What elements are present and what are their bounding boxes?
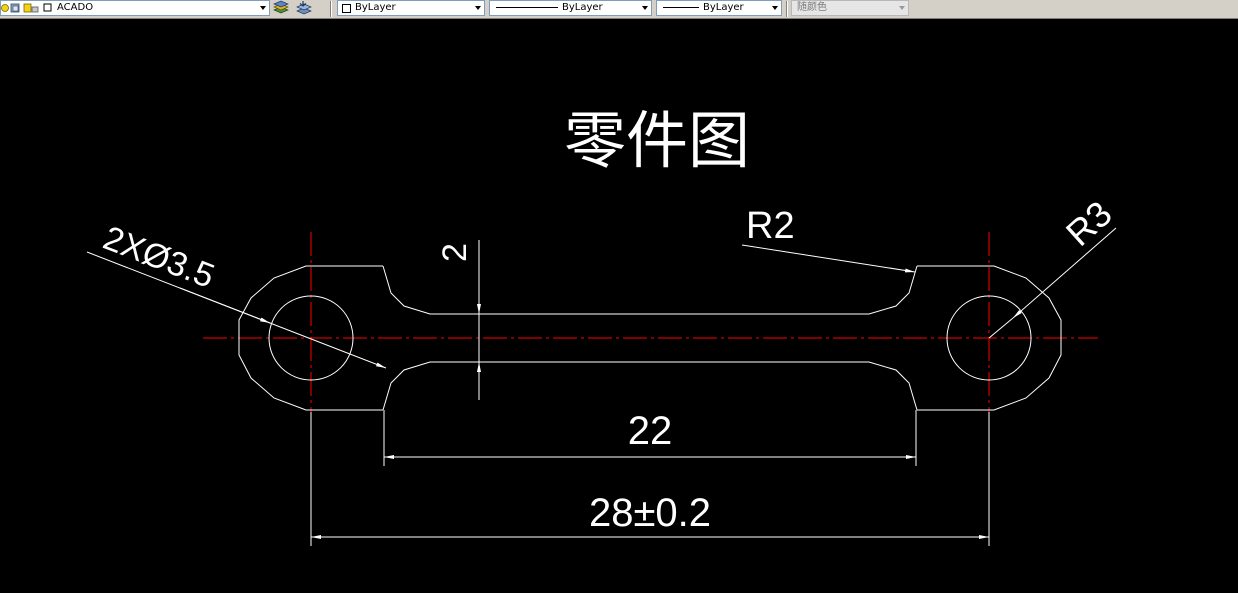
dim-overall-length-label: 28±0.2 [589, 491, 711, 535]
dim-r3-label: R3 [1058, 193, 1120, 254]
dim-hole-label: 2XØ3.5 [98, 219, 219, 296]
part-drawing: 零件图 2XØ3.5 R2 R3 2 22 28±0.2 [86, 104, 1120, 546]
drawing-canvas[interactable]: 零件图 2XØ3.5 R2 R3 2 22 28±0.2 [0, 19, 1238, 593]
dim-r2-label: R2 [746, 205, 795, 247]
dim-thickness-label: 2 [436, 243, 474, 262]
drawing-title: 零件图 [564, 104, 750, 177]
dim-inner-length-label: 22 [628, 409, 673, 453]
